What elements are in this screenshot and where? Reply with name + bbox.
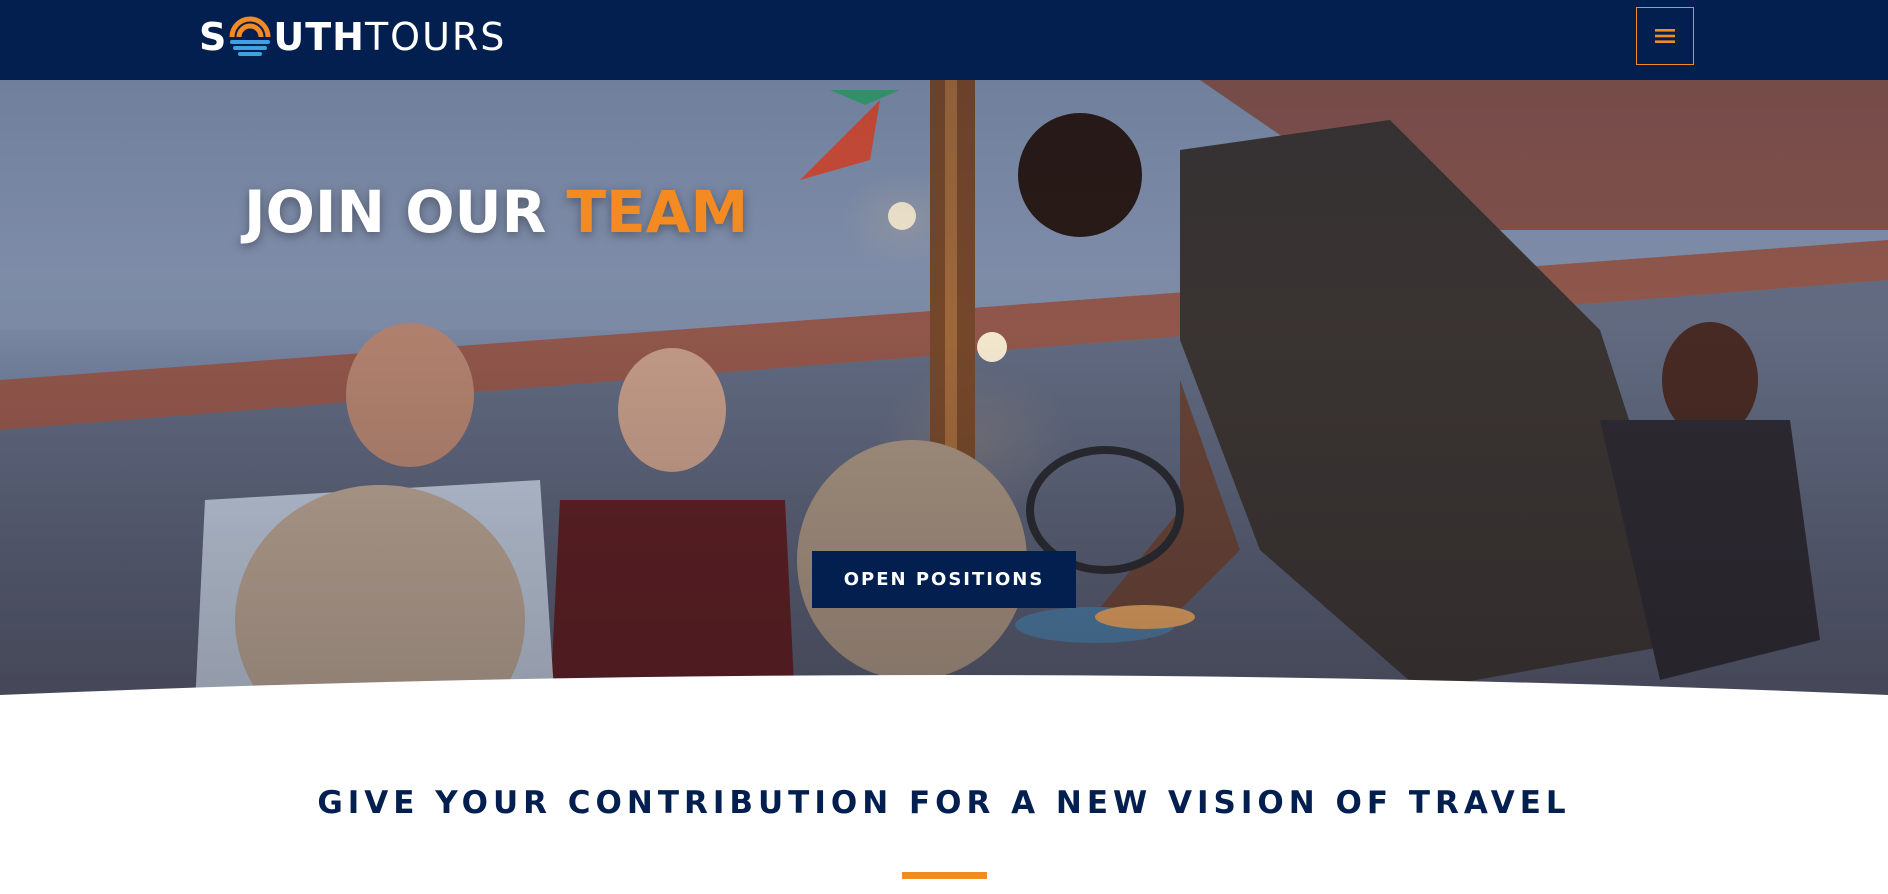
- site-header: S UTH TOURS: [0, 0, 1888, 80]
- logo-bold-suffix: UTH: [273, 15, 365, 59]
- section-heading: GIVE YOUR CONTRIBUTION FOR A NEW VISION …: [317, 785, 1571, 821]
- hero-section: JOIN OUR TEAM OPEN POSITIONS: [0, 80, 1888, 705]
- hero-title-main: JOIN OUR: [244, 178, 567, 246]
- logo[interactable]: S UTH TOURS: [199, 14, 506, 60]
- menu-button[interactable]: [1636, 7, 1694, 65]
- hero-overlay: [0, 80, 1888, 705]
- logo-thin-text: TOURS: [364, 15, 507, 59]
- open-positions-button[interactable]: OPEN POSITIONS: [812, 551, 1076, 608]
- logo-bold-text: S UTH: [199, 15, 365, 59]
- hero-title: JOIN OUR TEAM: [244, 178, 748, 246]
- hero-bottom-curve: [0, 675, 1888, 705]
- heading-divider: [902, 872, 987, 879]
- hamburger-menu-icon: [1655, 29, 1675, 43]
- logo-letter-s: S: [199, 15, 228, 59]
- hero-title-accent: TEAM: [566, 178, 749, 246]
- sun-waves-icon: [228, 15, 272, 59]
